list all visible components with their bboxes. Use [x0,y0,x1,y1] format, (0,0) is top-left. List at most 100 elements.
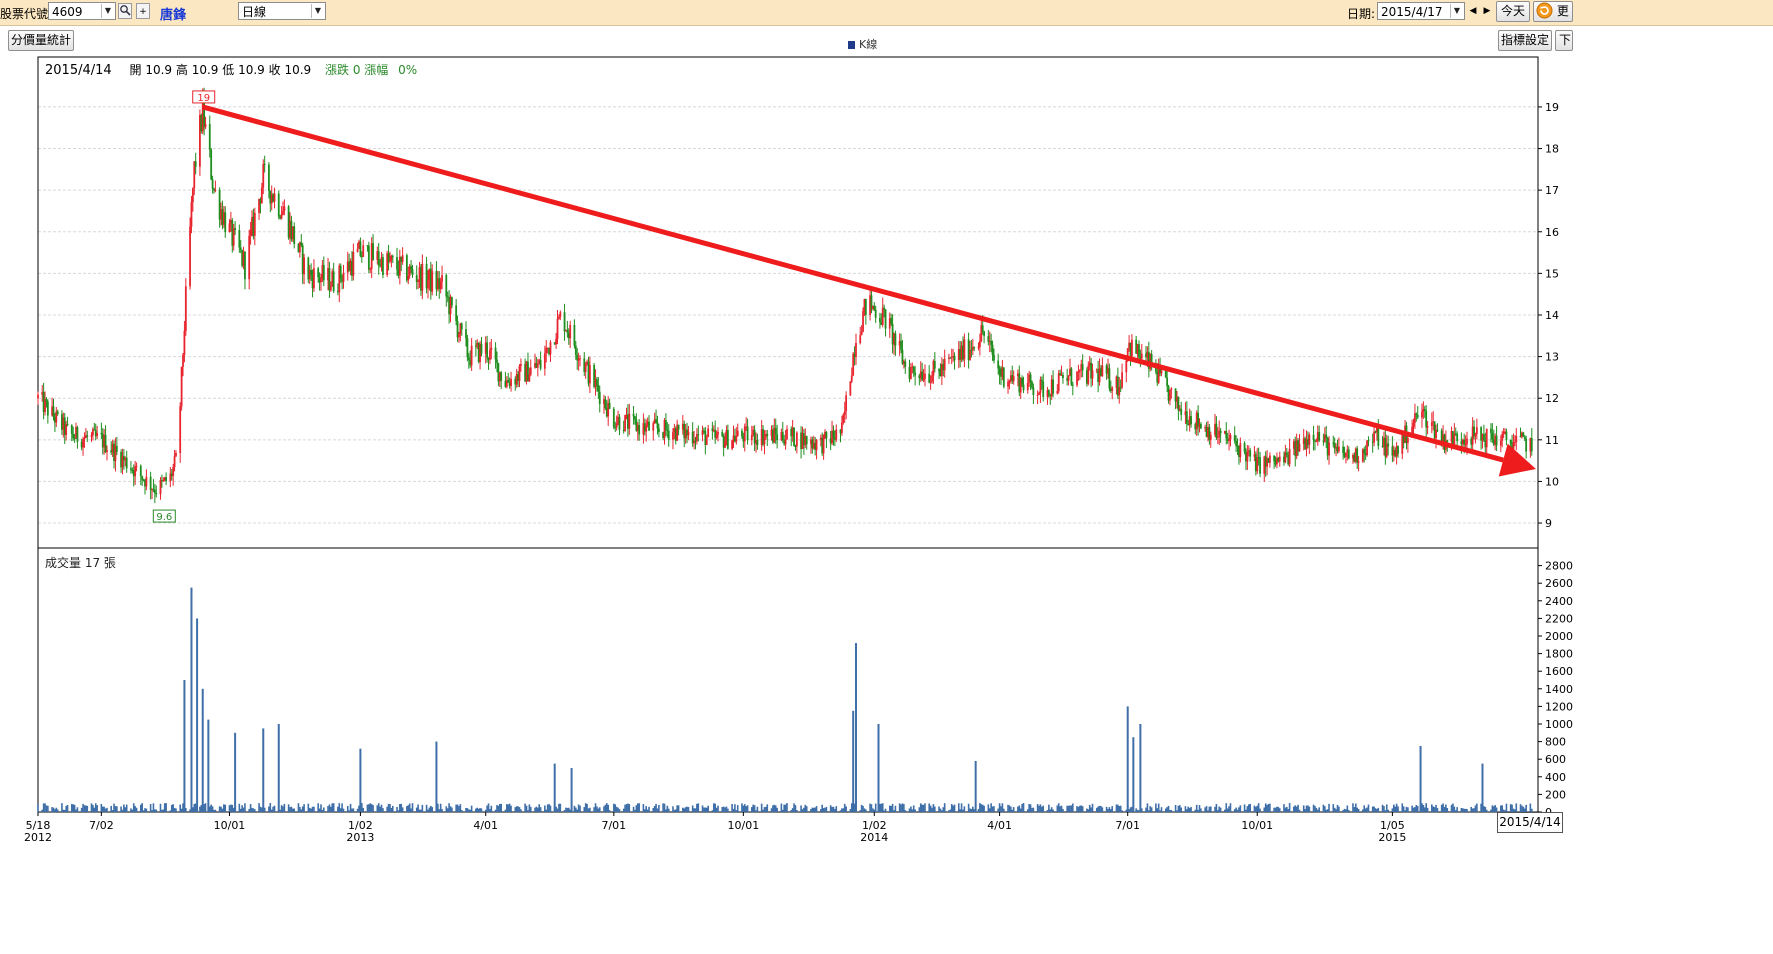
volume-bar [161,809,163,812]
volume-bar [1167,805,1170,812]
volume-bar [486,805,488,812]
candle-body [135,465,138,467]
volume-bar [707,805,709,812]
volume-bar [674,809,677,812]
volume-bar [94,803,97,812]
volume-bar [121,809,124,812]
candle-body [750,434,753,441]
volume-bar [1324,806,1326,812]
candle-body [735,436,738,442]
stock-chart[interactable]: 910111213141516171819 020040060080010001… [0,0,1773,954]
candle-body [1373,431,1375,443]
candle-body [52,406,55,417]
volume-bar [1056,805,1059,812]
candle-body [141,475,144,480]
volume-spike-bar [877,724,880,812]
candle-body [539,360,542,369]
volume-bar [1432,806,1435,812]
volume-bar [888,805,891,812]
volume-bar [293,808,296,812]
volume-bar [141,803,143,812]
volume-bar [1218,806,1221,812]
volume-bar [1117,804,1119,812]
volume-bar [981,804,984,812]
volume-bar [1354,803,1357,812]
volume-bar [722,806,725,812]
date-year-label: 2012 [24,831,52,844]
volume-bar [1239,805,1242,812]
volume-bar [330,806,332,812]
volume-bar [1010,806,1012,812]
candle-body [1190,416,1192,425]
candle-body [1219,430,1222,434]
volume-bar [341,803,343,812]
candle-body [1038,392,1040,395]
volume-bar [558,803,560,812]
candle-body [455,305,458,322]
trendline [202,104,1504,463]
volume-bar [1145,807,1147,812]
candle-body [1523,436,1526,439]
candle-body [628,413,631,429]
candle-body [672,432,674,440]
candle-body [293,226,296,244]
volume-bar [821,804,823,812]
candle-body [139,465,142,476]
candle-body [657,428,660,433]
candle-body [717,431,719,435]
volume-bar [469,809,472,812]
candle-body [249,229,252,236]
candle-body [1138,344,1140,358]
candle-body [72,433,75,439]
volume-bar [914,809,916,812]
candle-body [1081,364,1084,371]
volume-bar [1307,805,1309,812]
date-tick-label: 7/02 [89,819,114,832]
volume-bar [86,805,89,812]
volume-bar [1209,806,1212,812]
candle-body [37,394,39,399]
volume-bar [289,807,291,812]
volume-bar [1308,806,1311,812]
candle-body [1312,434,1315,441]
volume-bar [539,807,542,812]
volume-bar [66,805,69,812]
volume-bar [362,807,365,812]
price-tick-label: 17 [1545,184,1559,197]
volume-bar [1277,806,1280,812]
candle-body [978,341,981,347]
volume-bar [458,806,460,812]
volume-bar [1003,808,1005,812]
candle-body [724,441,726,448]
volume-bar [760,803,763,812]
volume-bar [1302,805,1305,812]
volume-spike-bar [1481,763,1484,812]
volume-bar [1049,809,1052,812]
volume-bar [1017,806,1019,812]
volume-bar [407,805,410,812]
volume-bar [839,810,842,812]
candle-body [1031,381,1033,388]
volume-bar [387,803,390,812]
candle-body [1170,388,1173,390]
volume-bar [796,810,798,812]
volume-bar [863,808,866,812]
volume-bar [396,806,398,812]
volume-bar [100,804,103,812]
volume-bar [1304,809,1306,812]
volume-bar [1333,807,1336,812]
volume-bar [565,807,567,812]
volume-bar [1346,805,1349,812]
volume-bar [1283,804,1285,812]
volume-bar [1397,806,1399,812]
volume-bar [1012,807,1015,812]
candle-body [1342,446,1345,453]
volume-bar [691,805,694,812]
volume-bar [517,806,519,812]
volume-bar [918,807,921,812]
candle-body [597,384,600,392]
price-tick-label: 16 [1545,226,1559,239]
candle-body [1169,389,1171,401]
volume-bar [518,807,521,812]
volume-bar [957,803,960,812]
